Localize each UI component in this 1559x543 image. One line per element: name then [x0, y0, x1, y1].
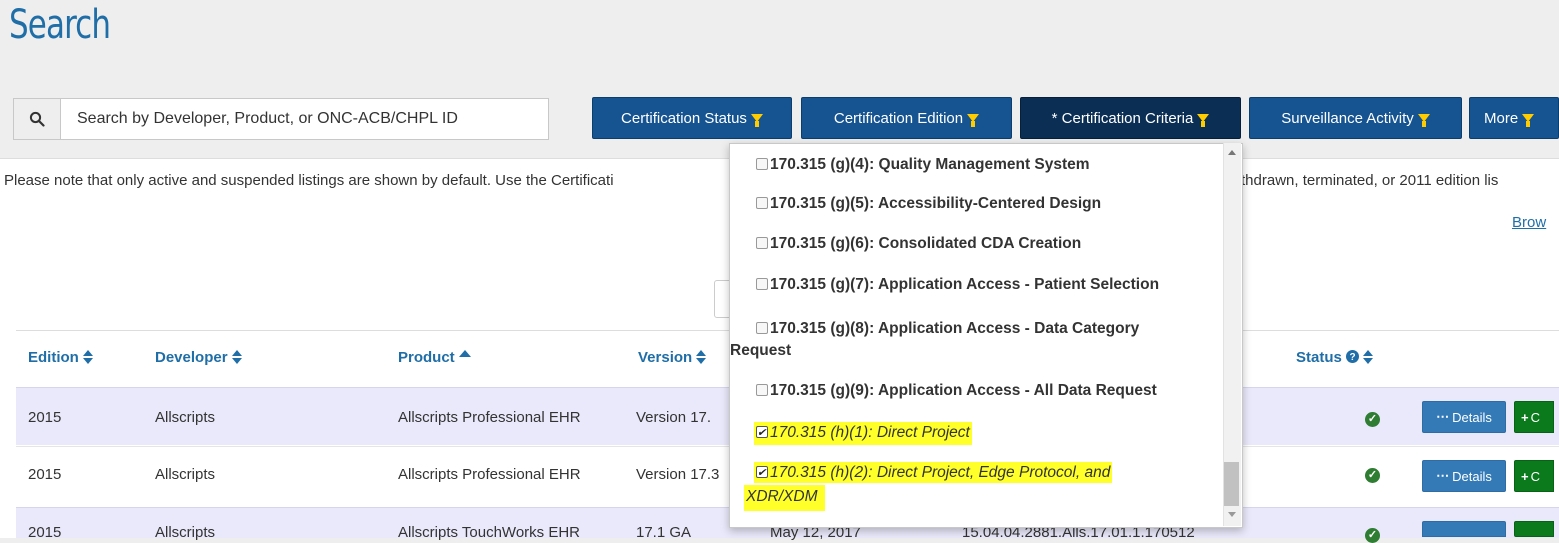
checkbox[interactable] [756, 158, 768, 170]
filter-icon [1197, 114, 1210, 127]
criteria-option-label: 170.315 (h)(2): Direct Project, Edge Pro… [770, 464, 1111, 481]
more-label: More [1484, 109, 1519, 127]
scrollbar-thumb[interactable] [1224, 462, 1239, 506]
certification-criteria-label: * Certification Criteria [1051, 109, 1194, 127]
criteria-option-label: 170.315 (g)(4): Quality Management Syste… [770, 156, 1090, 173]
criteria-option-label: 170.315 (g)(8): Application Access - Dat… [770, 320, 1140, 337]
details-button[interactable]: ⋯ Details [1422, 401, 1506, 433]
search-input[interactable] [61, 99, 548, 139]
column-header-label: Edition [28, 349, 79, 366]
search-box [13, 98, 549, 140]
cell-product: Allscripts TouchWorks EHR [398, 524, 580, 541]
column-header-label: Status [1296, 349, 1342, 366]
details-label: Details [1452, 468, 1492, 484]
criteria-option-label: 170.315 (g)(9): Application Access - All… [770, 382, 1157, 399]
criteria-option-label-continued: Request [730, 342, 792, 359]
certification-status-label: Certification Status [621, 109, 747, 127]
criteria-option-label: 170.315 (g)(5): Accessibility-Centered D… [770, 195, 1102, 212]
cell-version: Version 17.3 [636, 466, 720, 483]
checkbox[interactable] [756, 384, 768, 396]
sort-icon [696, 350, 707, 364]
compare-button[interactable] [1514, 521, 1554, 537]
criteria-option[interactable]: 170.315 (g)(7): Application Access - Pat… [756, 274, 1159, 295]
certification-edition-filter-button[interactable]: Certification Edition [801, 97, 1012, 139]
surveillance-activity-filter-button[interactable]: Surveillance Activity [1249, 97, 1462, 139]
cell-developer: Allscripts [155, 409, 216, 426]
criteria-option-selected[interactable]: 170.315 (h)(2): Direct Project, Edge Pro… [754, 462, 1113, 484]
criteria-option[interactable]: 170.315 (g)(9): Application Access - All… [756, 380, 1157, 401]
ellipsis-icon: ⋯ [1436, 409, 1450, 424]
search-icon[interactable] [14, 99, 61, 139]
cell-product: Allscripts Professional EHR [398, 409, 581, 426]
compare-button[interactable]: + C [1514, 460, 1554, 492]
column-header-label: Product [398, 349, 455, 366]
criteria-option-selected[interactable]: 170.315 (h)(1): Direct Project [754, 422, 972, 445]
certification-criteria-dropdown: 170.315 (g)(4): Quality Management Syste… [729, 143, 1243, 528]
criteria-option-label: 170.315 (g)(6): Consolidated CDA Creatio… [770, 235, 1082, 252]
criteria-option-label: 170.315 (h)(1): Direct Project [770, 424, 970, 441]
notice-text: Please note that only active and suspend… [4, 172, 614, 189]
ellipsis-icon: ⋯ [1436, 468, 1450, 483]
scroll-up-arrow-icon[interactable] [1228, 150, 1236, 155]
svg-text:?: ? [1349, 352, 1355, 363]
criteria-option[interactable]: 170.315 (g)(6): Consolidated CDA Creatio… [756, 233, 1081, 254]
column-header-product[interactable]: Product [398, 349, 471, 366]
column-header-status[interactable]: Status ? [1296, 349, 1374, 366]
column-header-version[interactable]: Version [638, 349, 707, 366]
criteria-option-label: 170.315 (g)(7): Application Access - Pat… [770, 276, 1160, 293]
compare-label: C [1530, 468, 1540, 484]
scroll-down-arrow-icon[interactable] [1228, 512, 1236, 517]
checkbox[interactable] [756, 322, 768, 334]
cell-edition: 2015 [28, 409, 62, 426]
more-filter-button[interactable]: More [1469, 97, 1559, 139]
status-active-icon: ✓ [1365, 468, 1380, 483]
sort-ascending-icon [458, 350, 471, 357]
cell-edition: 2015 [28, 524, 62, 541]
cell-version: Version 17. [636, 409, 712, 426]
criteria-option-label-continued: XDR/XDM [744, 485, 826, 511]
criteria-option[interactable]: 170.315 (g)(4): Quality Management Syste… [756, 154, 1090, 175]
cell-version: 17.1 GA [636, 524, 692, 541]
cell-developer: Allscripts [155, 466, 216, 483]
filter-icon [1417, 114, 1430, 127]
help-icon[interactable]: ? [1346, 350, 1360, 363]
filter-icon [750, 114, 763, 127]
checkbox[interactable] [756, 237, 768, 249]
status-active-icon: ✓ [1365, 528, 1380, 543]
sort-icon [231, 350, 242, 364]
certification-criteria-filter-button[interactable]: * Certification Criteria [1020, 97, 1241, 139]
checkbox-checked[interactable] [756, 423, 768, 444]
details-button[interactable] [1422, 521, 1506, 537]
plus-icon: + [1521, 409, 1529, 425]
plus-icon: + [1521, 468, 1529, 484]
filter-icon [967, 114, 980, 127]
cell-edition: 2015 [28, 466, 62, 483]
notice-text-continued: thdrawn, terminated, or 2011 edition lis [1241, 172, 1499, 189]
criteria-option[interactable]: 170.315 (g)(8): Application Access - Dat… [756, 318, 1139, 339]
column-header-label: Version [638, 349, 693, 366]
column-header-edition[interactable]: Edition [28, 349, 93, 366]
details-button[interactable]: ⋯ Details [1422, 460, 1506, 492]
details-label: Details [1452, 409, 1492, 425]
page-title: Search [9, 2, 111, 48]
checkbox[interactable] [756, 278, 768, 290]
compare-button[interactable]: + C [1514, 401, 1554, 433]
surveillance-activity-label: Surveillance Activity [1281, 109, 1414, 127]
status-active-icon: ✓ [1365, 412, 1380, 427]
compare-label: C [1530, 409, 1540, 425]
certification-edition-label: Certification Edition [833, 109, 964, 127]
checkbox-checked[interactable] [756, 463, 768, 484]
column-header-developer[interactable]: Developer [155, 349, 242, 366]
filter-icon [1522, 114, 1535, 127]
cell-developer: Allscripts [155, 524, 216, 541]
criteria-option[interactable]: 170.315 (g)(5): Accessibility-Centered D… [756, 193, 1101, 214]
sort-icon [1363, 350, 1374, 364]
column-header-label: Developer [155, 349, 228, 366]
sort-icon [83, 350, 93, 364]
browse-link[interactable]: Brow [1512, 214, 1546, 231]
checkbox[interactable] [756, 197, 768, 209]
certification-status-filter-button[interactable]: Certification Status [592, 97, 792, 139]
cell-product: Allscripts Professional EHR [398, 466, 581, 483]
